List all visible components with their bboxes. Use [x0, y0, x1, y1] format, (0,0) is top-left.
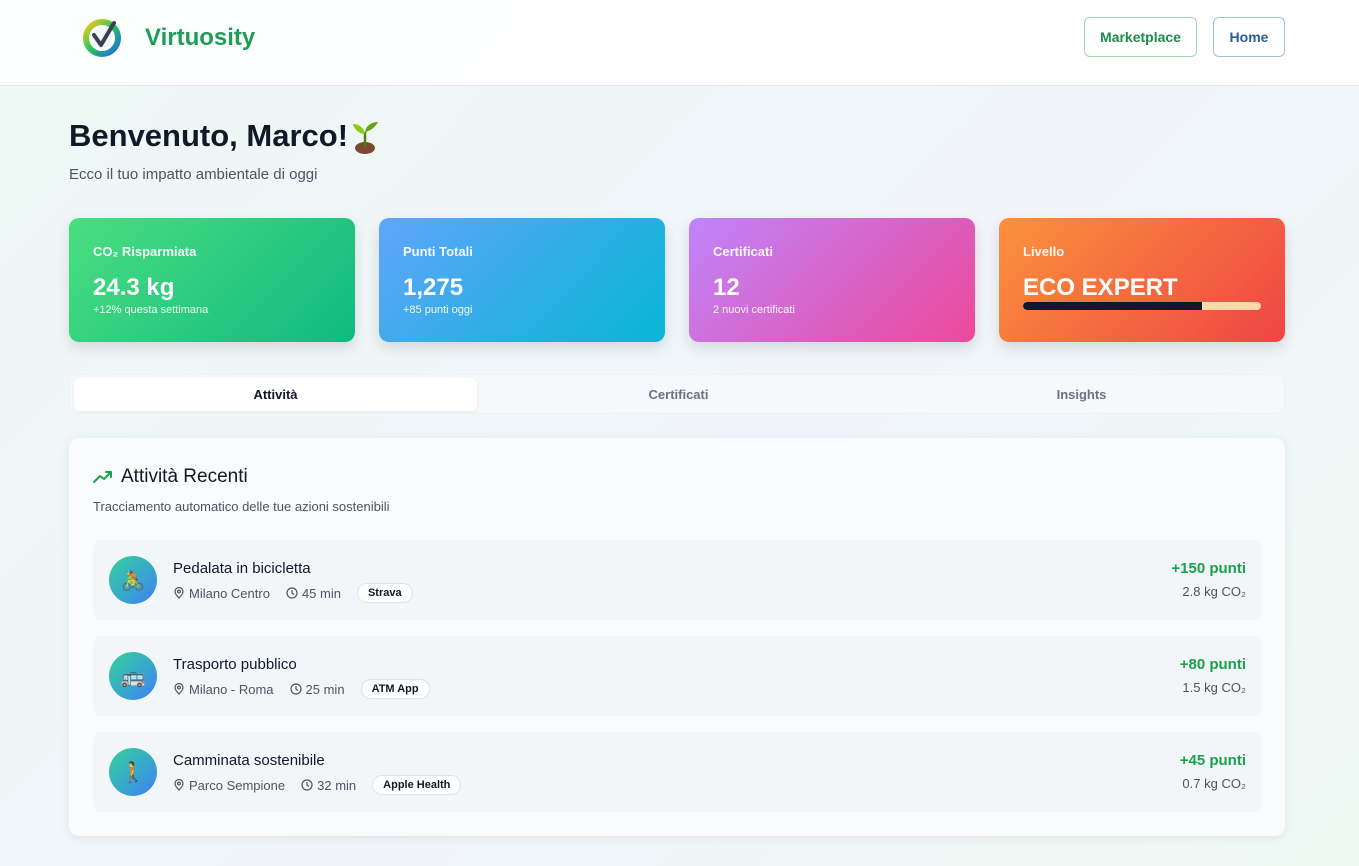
activity-location: Parco Sempione: [189, 777, 286, 793]
clock-icon: [301, 779, 313, 791]
activity-title: Camminata sostenibile: [173, 752, 325, 769]
map-pin-icon: [174, 587, 184, 599]
bicycle-icon: 🚴: [109, 556, 157, 604]
activity-location: Milano Centro: [189, 585, 270, 601]
walking-icon: 🚶: [109, 748, 157, 796]
activity-co2: 2.8 kg CO₂: [1182, 584, 1246, 599]
co2-note: +12% questa settimana: [93, 304, 209, 316]
points-value: 1,275: [403, 274, 464, 301]
tab-attivita[interactable]: Attività: [74, 378, 477, 411]
logo-icon[interactable]: [82, 17, 122, 57]
activity-meta: Parco Sempione 32 min Apple Health: [173, 774, 462, 796]
points-note: +85 punti oggi: [403, 304, 473, 316]
activity-points: +80 punti: [1179, 656, 1246, 673]
activity-meta: Milano Centro 45 min Strava: [173, 582, 413, 604]
activity-co2: 0.7 kg CO₂: [1182, 776, 1246, 791]
page-title: Benvenuto, Marco!: [69, 118, 349, 153]
certificates-label: Certificati: [713, 244, 773, 259]
activity-points: +150 punti: [1171, 560, 1246, 577]
map-pin-icon: [174, 779, 184, 791]
activity-row[interactable]: 🚶 Camminata sostenibile Parco Sempione 3…: [93, 732, 1262, 812]
source-badge: Apple Health: [372, 775, 462, 795]
co2-label: CO₂ Risparmiata: [93, 244, 197, 259]
level-value: ECO EXPERT: [1023, 274, 1178, 301]
level-progress-fill: [1023, 302, 1202, 310]
level-progress-bar: [1023, 302, 1261, 310]
tab-bar: Attività Certificati Insights: [69, 374, 1285, 414]
panel-subtitle: Tracciamento automatico delle tue azioni…: [93, 499, 390, 514]
activity-meta: Milano - Roma 25 min ATM App: [173, 678, 430, 700]
home-button[interactable]: Home: [1213, 17, 1285, 57]
co2-value: 24.3 kg: [93, 274, 175, 301]
map-pin-icon: [174, 683, 184, 695]
activity-co2: 1.5 kg CO₂: [1182, 680, 1246, 695]
source-badge: Strava: [356, 583, 413, 603]
trending-up-icon: [93, 471, 112, 483]
clock-icon: [286, 587, 298, 599]
co2-saved-card: CO₂ Risparmiata 24.3 kg +12% questa sett…: [69, 218, 355, 342]
points-label: Punti Totali: [403, 244, 473, 259]
source-badge: ATM App: [360, 679, 430, 699]
tab-insights[interactable]: Insights: [880, 378, 1283, 411]
activity-points: +45 punti: [1179, 752, 1246, 769]
panel-title: Attività Recenti: [121, 466, 248, 487]
certificates-card: Certificati 12 2 nuovi certificati: [689, 218, 975, 342]
clock-icon: [289, 683, 302, 695]
total-points-card: Punti Totali 1,275 +85 punti oggi: [379, 218, 665, 342]
level-label: Livello: [1023, 244, 1065, 259]
sprout-icon: [353, 122, 378, 154]
activity-row[interactable]: 🚴 Pedalata in bicicletta Milano Centro 4…: [93, 540, 1262, 620]
bus-icon: 🚌: [109, 652, 157, 700]
level-card: Livello ECO EXPERT: [999, 218, 1285, 342]
activity-duration: 45 min: [301, 585, 341, 601]
top-header: Virtuosity Marketplace Home: [0, 0, 1359, 86]
activity-row[interactable]: 🚌 Trasporto pubblico Milano - Roma 25 mi…: [93, 636, 1262, 716]
marketplace-button[interactable]: Marketplace: [1084, 17, 1197, 57]
activity-title: Pedalata in bicicletta: [173, 560, 311, 577]
activity-location: Milano - Roma: [189, 681, 274, 697]
recent-activity-panel: Attività Recenti Tracciamento automatico…: [69, 438, 1285, 836]
certificates-note: 2 nuovi certificati: [713, 304, 795, 316]
certificates-value: 12: [713, 274, 740, 301]
logo-text[interactable]: Virtuosity: [145, 24, 255, 52]
tab-certificati[interactable]: Certificati: [477, 378, 880, 411]
activity-duration: 32 min: [317, 777, 357, 793]
activity-title: Trasporto pubblico: [173, 656, 297, 673]
activity-duration: 25 min: [305, 681, 345, 697]
page-subtitle: Ecco il tuo impatto ambientale di oggi: [69, 166, 318, 183]
